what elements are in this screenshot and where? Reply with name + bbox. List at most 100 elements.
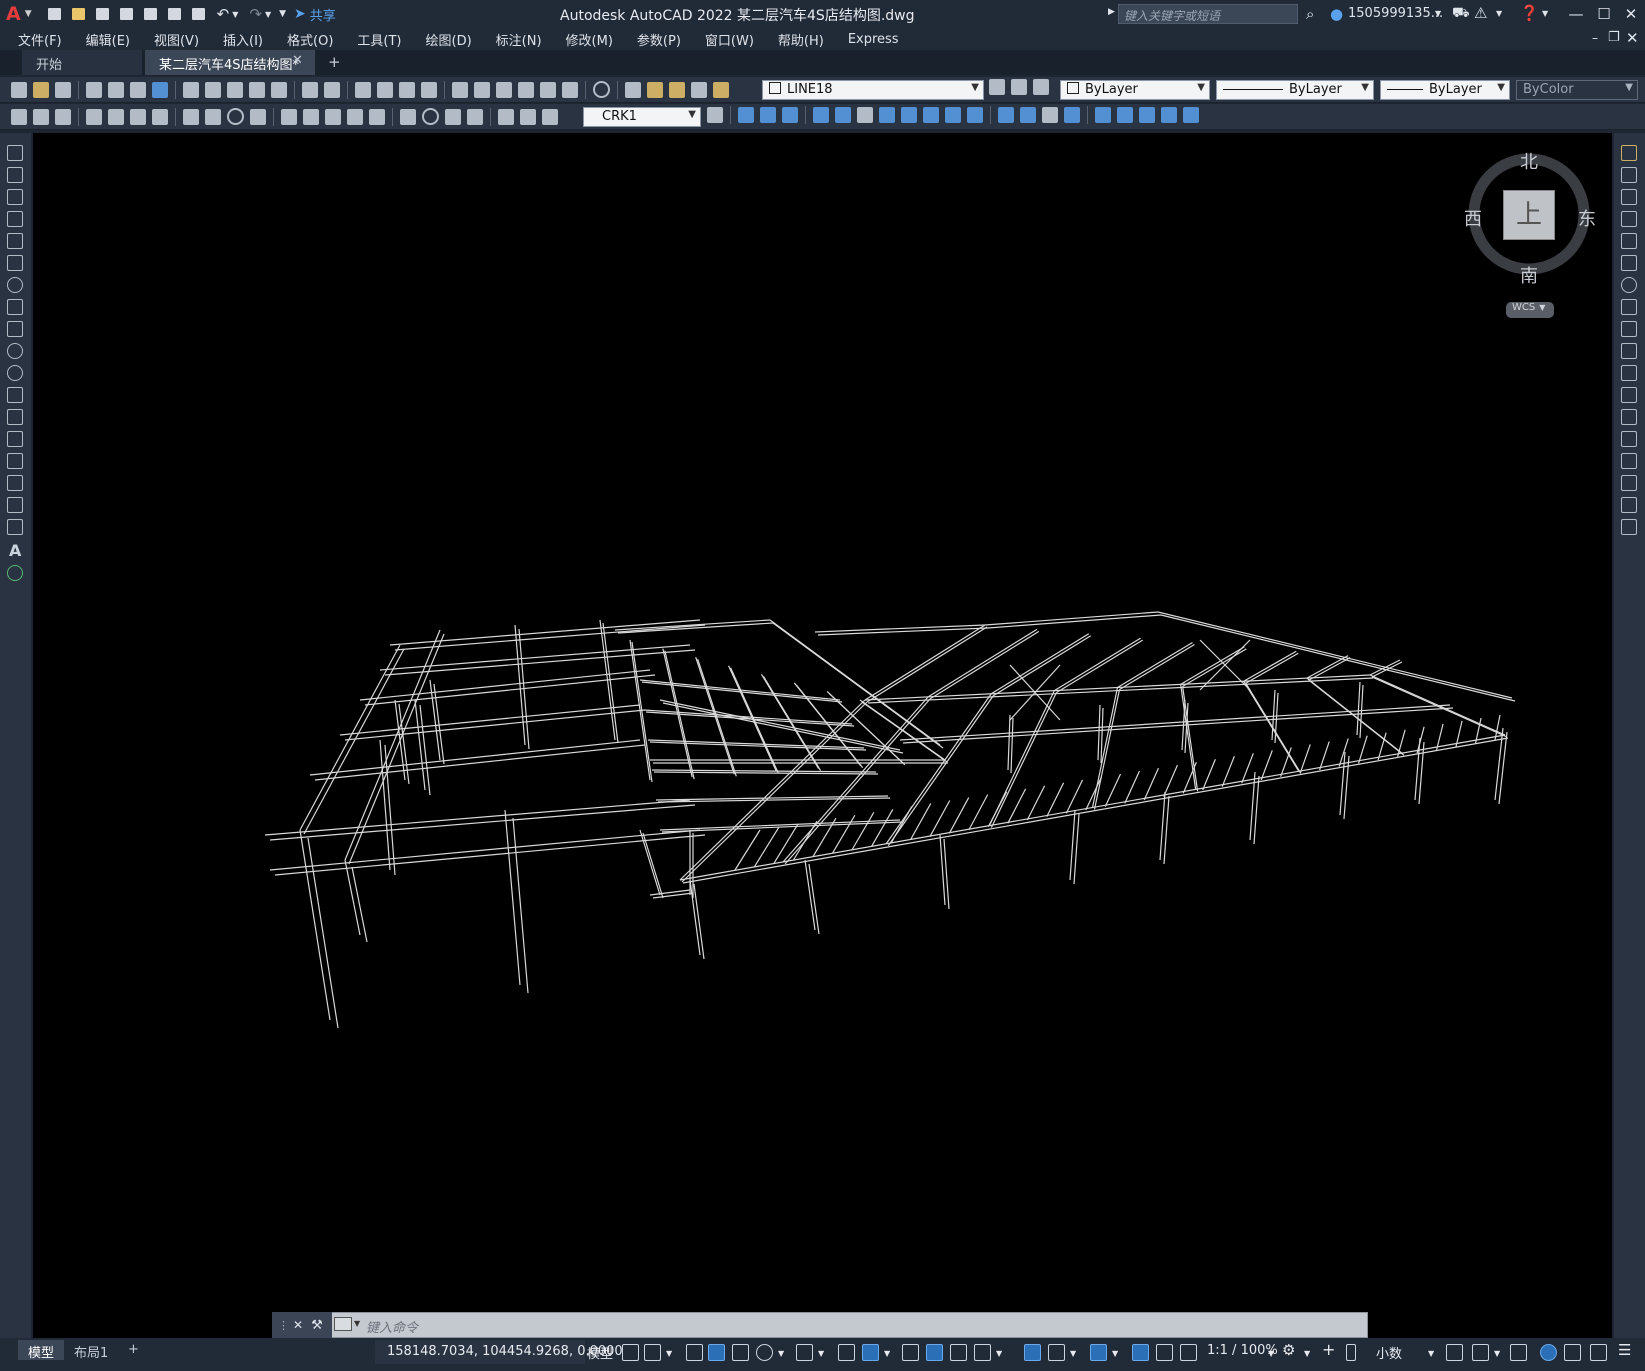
hardware-acceleration-icon[interactable]: [1540, 1344, 1557, 1361]
loft-icon[interactable]: [901, 107, 917, 123]
fillet-icon[interactable]: [1621, 475, 1637, 491]
object-snap-icon[interactable]: [862, 1344, 879, 1361]
match-properties-icon[interactable]: [249, 81, 265, 98]
autocad-logo[interactable]: A: [6, 3, 21, 25]
osnap-dropdown-icon[interactable]: ▼: [884, 1349, 890, 1358]
box-icon[interactable]: [738, 107, 754, 123]
extrude-faces-icon[interactable]: [1095, 107, 1111, 123]
layer-properties-icon[interactable]: [625, 81, 641, 98]
menu-insert[interactable]: 插入(I): [223, 30, 263, 49]
graphics-performance-icon[interactable]: [1564, 1344, 1581, 1361]
separate-icon[interactable]: [1042, 107, 1058, 123]
command-input[interactable]: 键入命令: [366, 1317, 418, 1336]
viewcube-east[interactable]: 东: [1578, 205, 1596, 231]
dimstyle-dropdown[interactable]: CRK1 ▼: [583, 107, 701, 127]
imprint-icon[interactable]: [1064, 107, 1080, 123]
break-at-point-icon[interactable]: [1621, 387, 1637, 403]
tab-layout1[interactable]: 布局1: [64, 1340, 118, 1361]
tab-add-layout[interactable]: +: [118, 1340, 149, 1360]
dim-radius-icon[interactable]: [183, 108, 199, 125]
grip-handle-icon[interactable]: ⋮: [278, 1319, 289, 1332]
open-web-icon[interactable]: [142, 6, 160, 22]
copy-edges-icon[interactable]: [1183, 107, 1199, 123]
make-block-icon[interactable]: [7, 409, 23, 425]
shell-icon[interactable]: [1020, 107, 1036, 123]
construction-line-icon[interactable]: [7, 167, 23, 183]
publish-3d-icon[interactable]: [152, 81, 168, 98]
offset-faces-icon[interactable]: [1139, 107, 1155, 123]
point-icon[interactable]: [7, 431, 23, 447]
isodraft-icon[interactable]: [796, 1344, 813, 1361]
undo-dropdown-icon[interactable]: ▼: [232, 10, 238, 19]
workspace-dropdown-icon[interactable]: ▼: [1304, 1349, 1310, 1358]
layer-dropdown[interactable]: LINE18 ▼: [762, 80, 984, 100]
save-icon[interactable]: [94, 6, 112, 22]
lineweight-display-icon[interactable]: [902, 1344, 919, 1361]
viewcube-west[interactable]: 西: [1464, 205, 1482, 231]
layer-previous-icon[interactable]: [1033, 79, 1049, 95]
object-snap-tracking-icon[interactable]: [838, 1344, 855, 1361]
layer-thaw-sun-icon[interactable]: [669, 81, 685, 98]
infer-constraints-icon[interactable]: [686, 1344, 703, 1361]
linetype-dropdown[interactable]: ByLayer ▼: [1216, 80, 1374, 100]
publish-icon[interactable]: [130, 81, 146, 98]
quick-dim-icon[interactable]: [281, 108, 297, 125]
scale-dropdown-icon[interactable]: ▼: [1268, 1349, 1274, 1358]
lock-dropdown-icon[interactable]: ▼: [1494, 1349, 1500, 1358]
dim-break-icon[interactable]: [369, 108, 385, 125]
new-file-icon[interactable]: [46, 6, 64, 22]
transparency-icon[interactable]: [926, 1344, 943, 1361]
units-icon[interactable]: [1346, 1344, 1356, 1361]
polar-tracking-icon[interactable]: [756, 1344, 773, 1361]
clean-screen-icon[interactable]: [1590, 1344, 1607, 1361]
lineweight-dropdown[interactable]: ByLayer ▼: [1380, 80, 1510, 100]
save-toolbar-icon[interactable]: [55, 81, 71, 98]
inspection-icon[interactable]: [445, 108, 461, 125]
break-icon[interactable]: [1621, 409, 1637, 425]
doc-minimize-button[interactable]: –: [1592, 31, 1598, 45]
undo-icon[interactable]: ↶: [217, 5, 230, 23]
menu-view[interactable]: 视图(V): [154, 30, 199, 49]
trim-icon[interactable]: [1621, 343, 1637, 359]
annotation-visibility-icon[interactable]: [1132, 1344, 1149, 1361]
dim-diameter-icon[interactable]: [227, 108, 244, 125]
dim-edit-icon[interactable]: [498, 108, 514, 125]
color-dropdown[interactable]: ByLayer ▼: [1060, 80, 1210, 100]
redo-dropdown-icon[interactable]: ▼: [265, 10, 271, 19]
add-selected-icon[interactable]: [7, 565, 23, 581]
ellipse-icon[interactable]: [7, 343, 23, 359]
dynamic-input-icon[interactable]: [708, 1344, 725, 1361]
scale-icon[interactable]: [1621, 299, 1637, 315]
multiline-text-icon[interactable]: A: [9, 541, 21, 560]
isolate-objects-icon[interactable]: [1510, 1344, 1527, 1361]
dim-angular-icon[interactable]: [250, 108, 266, 125]
menu-express[interactable]: Express: [848, 32, 899, 47]
menu-window[interactable]: 窗口(W): [705, 30, 754, 49]
plot-preview-icon[interactable]: [108, 81, 124, 98]
workspace-gear-icon[interactable]: ⚙: [1282, 1341, 1295, 1359]
filter-dropdown-icon[interactable]: ▼: [1070, 1349, 1076, 1358]
toolbar-help-icon[interactable]: [593, 81, 610, 98]
print-icon[interactable]: [190, 6, 208, 22]
union-icon[interactable]: [760, 107, 776, 123]
qnew-icon[interactable]: [11, 81, 27, 98]
hatch-icon[interactable]: [7, 453, 23, 469]
sheet-set-icon[interactable]: [518, 81, 534, 98]
viewcube-top-face[interactable]: 上: [1503, 190, 1555, 240]
pan-icon[interactable]: [355, 81, 371, 98]
snap-icon[interactable]: [644, 1344, 661, 1361]
dim-aligned-icon[interactable]: [108, 108, 124, 125]
join-icon[interactable]: [1621, 431, 1637, 447]
polar-dropdown-icon[interactable]: ▼: [778, 1349, 784, 1358]
gizmo-dropdown-icon[interactable]: ▼: [1112, 1349, 1118, 1358]
viewcube-south[interactable]: 南: [1520, 262, 1538, 288]
slice-icon[interactable]: [923, 107, 939, 123]
layer-match-icon[interactable]: [1011, 79, 1027, 95]
ortho-icon[interactable]: [732, 1344, 749, 1361]
grid-icon[interactable]: [622, 1344, 639, 1361]
tab-model[interactable]: 模型: [18, 1340, 65, 1361]
markup-icon[interactable]: [540, 81, 556, 98]
move-icon[interactable]: [1621, 255, 1637, 271]
gizmo-icon[interactable]: [1090, 1344, 1107, 1361]
dynamic-ucs-icon[interactable]: [1024, 1344, 1041, 1361]
